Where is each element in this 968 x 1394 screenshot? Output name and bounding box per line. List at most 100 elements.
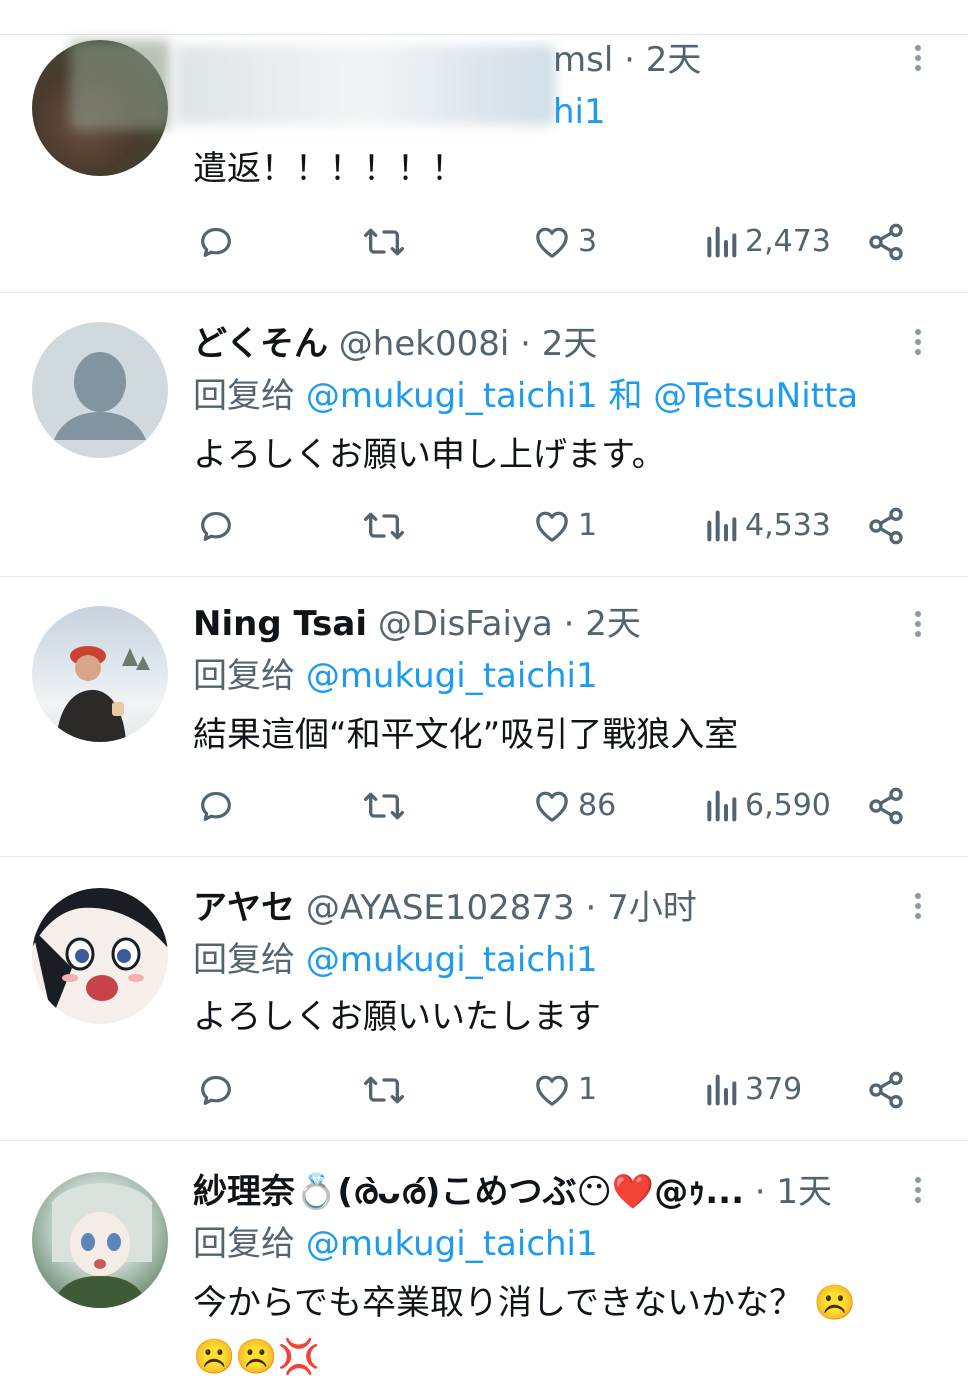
tweet-header: Ning Tsai @DisFaiya · 2天 [193, 602, 641, 646]
retweet-button[interactable] [362, 506, 406, 546]
share-button[interactable] [866, 786, 906, 826]
blurred-identity [175, 45, 555, 125]
timestamp[interactable]: 2天 [585, 604, 641, 644]
like-count: 86 [578, 788, 617, 823]
display-name[interactable]: 紗理奈💍(ര̀ᴗര́)こめつぶ😶❤️@ｩ... [193, 1172, 744, 1212]
default-user-icon [54, 352, 146, 440]
handle[interactable]: @DisFaiya [378, 604, 553, 644]
blurred-overlay [70, 40, 170, 130]
like-count: 1 [578, 1072, 598, 1107]
more-icon[interactable] [908, 326, 928, 362]
retweet-button[interactable] [362, 222, 406, 262]
views-button[interactable]: 379 [703, 1070, 802, 1110]
view-count: 379 [745, 1072, 803, 1107]
like-button[interactable]: 1 [532, 1070, 597, 1110]
avatar-photo [56, 646, 150, 742]
reply-button[interactable] [196, 506, 236, 546]
reply-button[interactable] [196, 786, 236, 826]
tweet-header: msl · 2天 [553, 38, 701, 82]
like-icon [536, 511, 568, 542]
timestamp[interactable]: 2天 [646, 40, 702, 80]
reply-to-line: hi1 [553, 90, 606, 134]
reply-icon [201, 227, 231, 257]
tweet-header: どくそん @hek008i · 2天 [193, 322, 597, 366]
share-button[interactable] [866, 222, 906, 262]
mention-link[interactable]: @mukugi_taichi1 [306, 376, 598, 416]
timestamp[interactable]: 7小时 [607, 888, 697, 928]
handle[interactable]: @hek008i [339, 324, 510, 364]
reply-button[interactable] [196, 222, 236, 262]
mention-link[interactable]: @mukugi_taichi1 [306, 1224, 598, 1264]
more-icon[interactable] [908, 42, 928, 78]
retweet-button[interactable] [362, 786, 406, 826]
reply-to-line: 回复给 @mukugi_taichi1 和 @TetsuNitta [193, 374, 858, 418]
mention-link[interactable]: hi1 [553, 92, 606, 132]
views-button[interactable]: 2,473 [703, 222, 831, 262]
reply-prefix: 回复给 [193, 376, 295, 416]
separator-dot: · [585, 888, 597, 928]
view-count: 2,473 [745, 224, 831, 259]
mention-link[interactable]: @mukugi_taichi1 [306, 940, 598, 980]
timestamp[interactable]: 2天 [542, 324, 598, 364]
share-button[interactable] [866, 1070, 906, 1110]
retweet-icon [363, 228, 404, 256]
like-count: 1 [578, 508, 598, 543]
reply-prefix: 回复给 [193, 656, 295, 696]
reply-prefix: 回复给 [193, 940, 295, 980]
reply-icon [201, 1075, 231, 1105]
tweet-header: 紗理奈💍(ര̀ᴗര́)こめつぶ😶❤️@ｩ... · 1天 [193, 1170, 832, 1214]
divider [0, 292, 968, 293]
avatar[interactable] [32, 1172, 168, 1308]
like-icon [536, 791, 568, 822]
reply-icon [201, 511, 231, 541]
tweet-text: よろしくお願い申し上げます。 [193, 435, 666, 475]
display-name[interactable]: アヤセ [193, 888, 295, 928]
handle[interactable]: @AYASE102873 [306, 888, 575, 928]
like-button[interactable]: 86 [532, 786, 616, 826]
views-icon [707, 510, 737, 542]
avatar[interactable] [32, 606, 168, 742]
handle[interactable]: msl [553, 40, 613, 80]
view-count: 4,533 [745, 508, 831, 543]
mention-link[interactable]: @mukugi_taichi1 [306, 656, 598, 696]
views-icon [707, 790, 737, 822]
views-button[interactable]: 6,590 [703, 786, 831, 826]
more-icon[interactable] [908, 608, 928, 644]
share-button[interactable] [866, 506, 906, 546]
view-count: 6,590 [745, 788, 831, 823]
views-button[interactable]: 4,533 [703, 506, 831, 546]
avatar-anime-elf [52, 1183, 152, 1308]
more-icon[interactable] [908, 890, 928, 926]
like-button[interactable]: 1 [532, 506, 597, 546]
share-icon [869, 787, 903, 825]
divider [0, 576, 968, 577]
reply-to-line: 回复给 @mukugi_taichi1 [193, 1222, 598, 1266]
retweet-button[interactable] [362, 1070, 406, 1110]
like-button[interactable]: 3 [532, 222, 597, 262]
avatar-anime-girl [32, 888, 168, 1018]
more-icon[interactable] [908, 1174, 928, 1210]
tweet-text: 遣返！！！！！！ [193, 149, 465, 189]
avatar-default[interactable] [32, 322, 168, 458]
mention-link[interactable]: @TetsuNitta [653, 376, 858, 416]
reply-prefix: 回复给 [193, 1224, 295, 1264]
avatar[interactable] [32, 888, 168, 1024]
reply-icon [201, 791, 231, 821]
reply-button[interactable] [196, 1070, 236, 1110]
share-icon [869, 223, 903, 261]
display-name[interactable]: Ning Tsai [193, 604, 367, 644]
top-divider [0, 34, 968, 35]
mention-conjunction: 和 [608, 376, 643, 416]
share-icon [869, 1071, 903, 1109]
timestamp[interactable]: 1天 [776, 1172, 832, 1212]
like-icon [536, 1075, 568, 1106]
display-name[interactable]: どくそん [193, 324, 328, 364]
tweet-text-line-2: ☹️☹️💢 [193, 1337, 321, 1377]
reply-to-line: 回复给 @mukugi_taichi1 [193, 654, 598, 698]
divider [0, 1140, 968, 1141]
separator-dot: · [754, 1172, 766, 1212]
retweet-icon [363, 512, 404, 540]
separator-dot: · [563, 604, 575, 644]
like-count: 3 [578, 224, 598, 259]
reply-to-line: 回复给 @mukugi_taichi1 [193, 938, 598, 982]
